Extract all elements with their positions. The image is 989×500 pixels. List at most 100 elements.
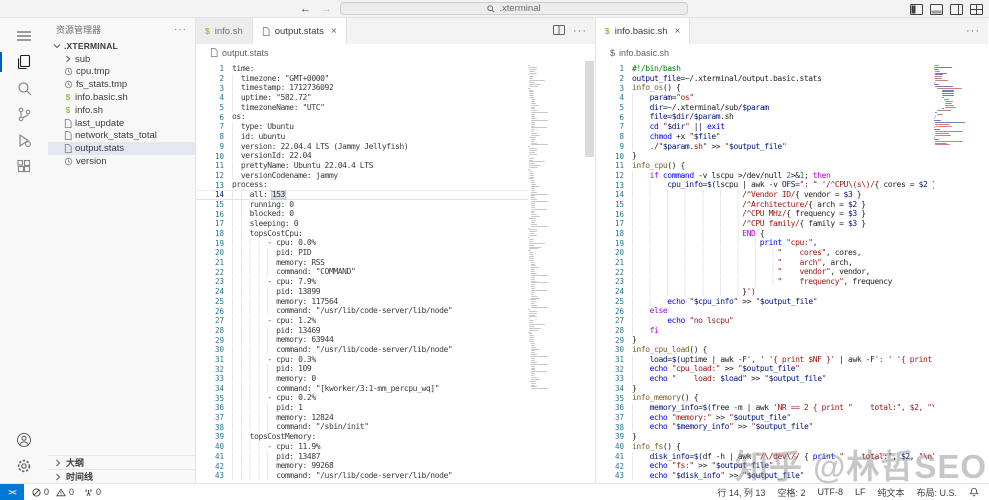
line-number[interactable]: 41	[196, 452, 224, 461]
line-number[interactable]: 40	[196, 442, 224, 451]
line-number[interactable]: 37	[196, 413, 224, 422]
code-line[interactable]: 37 echo "memory:" >> "$output_file"	[596, 412, 988, 423]
panel-section-大纲[interactable]: 大纲	[48, 455, 195, 469]
code-line[interactable]: 18 END {	[596, 228, 988, 239]
scrollbar[interactable]	[574, 61, 595, 483]
line-number[interactable]: 36	[596, 403, 624, 412]
tree-root-xterminal[interactable]: .XTERMINAL	[48, 40, 195, 53]
customize-layout-icon[interactable]	[970, 3, 983, 15]
line-number[interactable]: 26	[596, 307, 624, 316]
code-line[interactable]: 22 " vendor", vendor,	[596, 267, 988, 277]
line-number[interactable]: 3	[196, 84, 224, 93]
line-number[interactable]: 20	[596, 248, 624, 257]
code-line[interactable]: 1 #!/bin/bash	[596, 64, 988, 74]
status-item----[interactable]: 纯文本	[877, 486, 904, 499]
breadcrumb-group-1[interactable]: output.stats	[196, 44, 595, 61]
code-line[interactable]: 34}	[596, 384, 988, 394]
code-line[interactable]: 39}	[596, 432, 988, 442]
close-tab-icon[interactable]: ×	[675, 26, 681, 37]
code-line[interactable]: 28 fi	[596, 325, 988, 336]
line-number[interactable]: 32	[596, 365, 624, 374]
line-number[interactable]: 27	[196, 316, 224, 325]
tab-info.basic.sh[interactable]: $ info.basic.sh ×	[596, 18, 691, 44]
line-number[interactable]: 23	[196, 277, 224, 286]
line-number[interactable]: 26	[196, 307, 224, 316]
scrollbar-thumb[interactable]	[585, 61, 594, 157]
line-number[interactable]: 39	[196, 432, 224, 441]
more-actions-icon[interactable]: ···	[966, 25, 980, 37]
line-number[interactable]: 24	[596, 287, 624, 296]
line-number[interactable]: 13	[596, 181, 624, 190]
status-item---14----13[interactable]: 行 14, 列 13	[717, 486, 765, 499]
status-item-----2[interactable]: 空格: 2	[777, 486, 805, 499]
menu-icon[interactable]	[0, 23, 48, 49]
code-line[interactable]: 33 echo " load: $load" >> "$output_file"	[596, 374, 988, 384]
code-line[interactable]: 17 /^CPU family/{ family = $3 }	[596, 219, 988, 229]
line-number[interactable]: 4	[596, 93, 624, 102]
code-line[interactable]: 25 echo "$cpu_info" >> "$output_file"	[596, 296, 988, 307]
code-line[interactable]: 7 cd "$dir" || exit	[596, 122, 988, 132]
tree-item-cpu.tmp[interactable]: cpu.tmp	[48, 66, 195, 79]
ports-indicator[interactable]: 0	[84, 487, 101, 497]
line-number[interactable]: 23	[596, 277, 624, 286]
code-line[interactable]: 41 disk_info=$(df -h | awk '/\/dev\// { …	[596, 451, 988, 462]
code-line[interactable]: 4 param="os"	[596, 93, 988, 103]
line-number[interactable]: 25	[596, 297, 624, 306]
code-line[interactable]: 27 echo "no lscpu"	[596, 315, 988, 326]
code-line[interactable]: 29}	[596, 335, 988, 345]
line-number[interactable]: 2	[196, 74, 224, 83]
minimap[interactable]	[528, 61, 575, 483]
sidebar-more-icon[interactable]: ···	[174, 24, 187, 35]
line-number[interactable]: 6	[196, 113, 224, 122]
line-number[interactable]: 25	[196, 297, 224, 306]
code-line[interactable]: 14 /^Vendor ID/{ vendor = $3 }	[596, 189, 988, 200]
line-number[interactable]: 43	[596, 471, 624, 480]
code-line[interactable]: 3 info_os() {	[596, 83, 988, 93]
line-number[interactable]: 29	[596, 336, 624, 345]
line-number[interactable]: 9	[196, 142, 224, 151]
more-actions-icon[interactable]: ···	[573, 25, 587, 37]
line-number[interactable]: 31	[196, 355, 224, 364]
line-number[interactable]: 17	[196, 219, 224, 228]
line-number[interactable]: 30	[596, 345, 624, 354]
line-number[interactable]: 11	[196, 161, 224, 170]
code-line[interactable]: 8 chmod +x "$file"	[596, 131, 988, 142]
code-line[interactable]: 21 " arch", arch,	[596, 257, 988, 268]
line-number[interactable]: 7	[596, 122, 624, 131]
tree-item-output.stats[interactable]: output.stats	[48, 142, 195, 156]
problems-indicator[interactable]: 0 0	[32, 487, 74, 497]
line-number[interactable]: 2	[596, 74, 624, 83]
line-number[interactable]: 15	[596, 200, 624, 209]
remote-indicator[interactable]: ><	[0, 483, 24, 500]
line-number[interactable]: 38	[196, 423, 224, 432]
line-number[interactable]: 38	[596, 423, 624, 432]
explorer-icon[interactable]	[0, 49, 48, 75]
line-number[interactable]: 34	[196, 384, 224, 393]
tree-item-version[interactable]: version	[48, 155, 195, 168]
line-number[interactable]: 21	[596, 258, 624, 267]
tab-output.stats[interactable]: output.stats ×	[252, 18, 347, 44]
line-number[interactable]: 28	[596, 326, 624, 335]
line-number[interactable]: 15	[196, 200, 224, 209]
code-line[interactable]: 9 ./"$param.sh" >> "$output_file"	[596, 141, 988, 152]
line-number[interactable]: 22	[596, 268, 624, 277]
line-number[interactable]: 31	[596, 355, 624, 364]
line-number[interactable]: 7	[196, 122, 224, 131]
line-number[interactable]: 19	[196, 239, 224, 248]
code-line[interactable]: 5 dir=~/.xterminal/sub/$param	[596, 102, 988, 113]
search-view-icon[interactable]	[0, 75, 48, 101]
code-line[interactable]: 11 info_cpu() {	[596, 161, 988, 171]
line-number[interactable]: 1	[196, 64, 224, 73]
line-number[interactable]: 3	[596, 84, 624, 93]
line-number[interactable]: 17	[596, 219, 624, 228]
line-number[interactable]: 33	[196, 374, 224, 383]
line-number[interactable]: 22	[196, 268, 224, 277]
line-number[interactable]: 11	[596, 161, 624, 170]
line-number[interactable]: 10	[596, 152, 624, 161]
account-icon[interactable]	[0, 427, 48, 453]
line-number[interactable]: 36	[196, 403, 224, 412]
back-button[interactable]: ←	[300, 3, 311, 15]
tab-info.sh[interactable]: $ info.sh	[196, 18, 253, 44]
command-center-search[interactable]: .xterminal	[340, 2, 688, 15]
code-line[interactable]: 12 if command -v lscpu >/dev/null 2>&1; …	[596, 170, 988, 181]
